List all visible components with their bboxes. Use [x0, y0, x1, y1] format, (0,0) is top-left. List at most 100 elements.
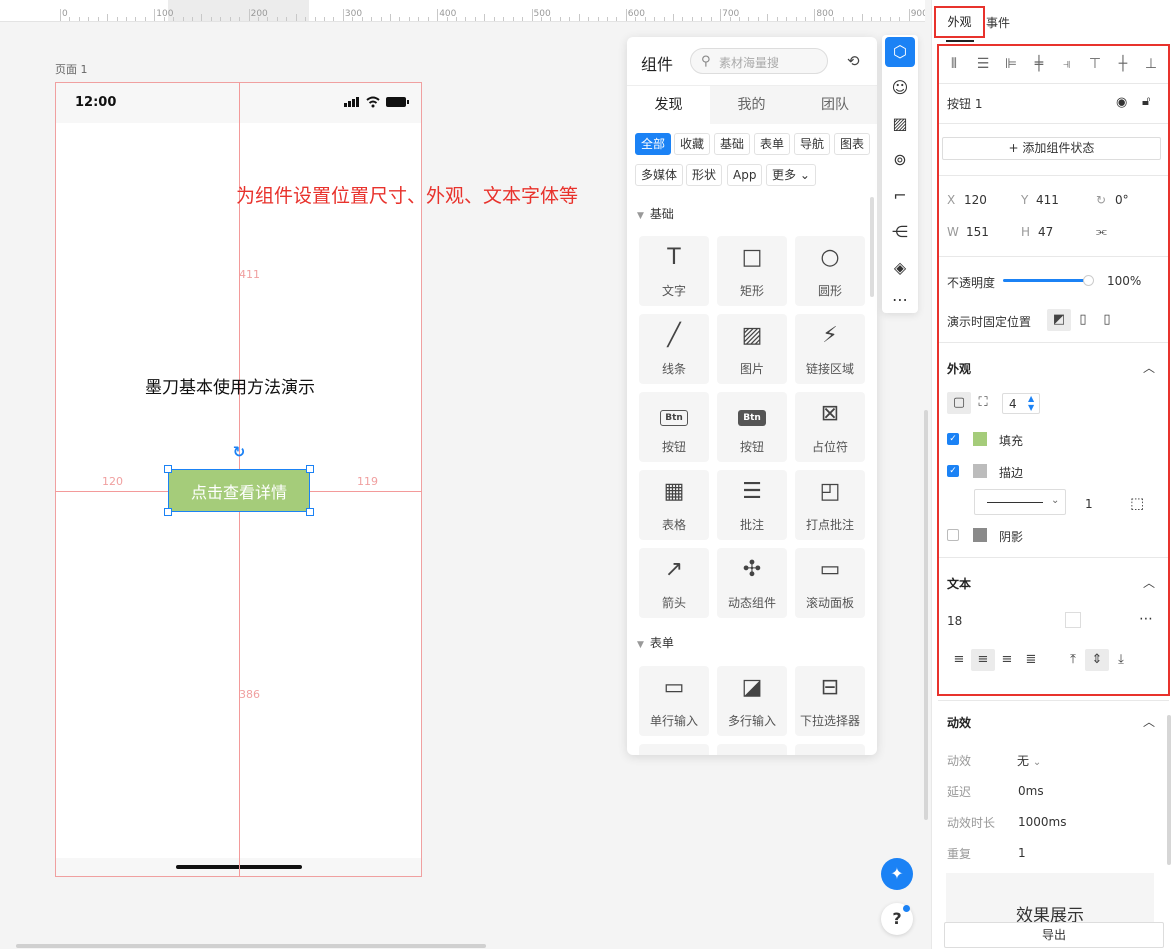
chip-chart[interactable]: 图表 [834, 133, 871, 155]
tile-placeholder[interactable]: ⊠ 占位符 [795, 392, 865, 462]
tile-dynamic[interactable]: ✣ 动态组件 [717, 548, 787, 618]
tile-multi-input[interactable]: ◪ 多行输入 [717, 666, 787, 736]
tile-button-filled[interactable]: Btn 按钮 [717, 392, 787, 462]
animation-section-title: 动效 [947, 716, 972, 730]
ruler-tick [748, 17, 750, 21]
chip-shapes[interactable]: 形状 [686, 164, 723, 186]
properties-panel: 外观 事件 ⦀ ☰ ⊫ ╪ ⫣ ⊤ ┼ ⊥ 按钮 1 ◉ 🔓︎ + 添加组件状态… [931, 0, 1173, 949]
tile-label: 图片 [739, 362, 764, 376]
resize-handle-br[interactable] [306, 508, 314, 516]
tile-label: 按钮 [661, 440, 686, 454]
ruler-tick [776, 17, 778, 21]
section-form-header[interactable]: ▼ 表单 [637, 634, 674, 651]
tab-discover[interactable]: 发现 [627, 86, 710, 124]
ruler-tick [503, 17, 505, 21]
ruler-tick [569, 17, 571, 21]
rectangle-icon: □ [741, 245, 763, 270]
component-tabs: 发现 我的 团队 [627, 85, 877, 124]
component-panel-scrollbar[interactable] [870, 197, 874, 297]
anim-effect-select[interactable]: 无 ⌄ [1017, 752, 1041, 769]
chip-nav[interactable]: 导航 [794, 133, 831, 155]
collapse-icon[interactable]: ︿ [1143, 713, 1155, 730]
delay-input[interactable]: 0ms [1018, 784, 1044, 798]
tile-link-area[interactable]: ⚡ 链接区域 [795, 314, 865, 384]
tile-note[interactable]: ☰ 批注 [717, 470, 787, 540]
gift-icon[interactable]: ✦ [881, 858, 913, 890]
help-icon[interactable]: ? [881, 903, 913, 935]
ruler-tick [899, 17, 901, 21]
layers-icon[interactable]: ◈ [885, 253, 915, 283]
search-icon: ⚲ [701, 54, 711, 69]
chip-basic[interactable]: 基础 [714, 133, 751, 155]
resize-handle-tr[interactable] [306, 465, 314, 473]
ruler-tick [295, 14, 297, 21]
ruler-tick [880, 17, 882, 21]
tile-circle[interactable]: ○ 圆形 [795, 236, 865, 306]
tile-rectangle[interactable]: □ 矩形 [717, 236, 787, 306]
component-panel: 组件 ⚲ 素材海量搜 ⟲ 发现 我的 团队 全部 收藏 基础 表单 导航 图表 … [627, 37, 877, 755]
chip-favorites[interactable]: 收藏 [674, 133, 711, 155]
tab-events[interactable]: 事件 [986, 14, 1010, 31]
component-search-input[interactable]: ⚲ 素材海量搜 [690, 48, 828, 74]
tab-mine[interactable]: 我的 [710, 86, 793, 124]
canvas-vertical-scrollbar[interactable] [924, 410, 928, 820]
tile-single-input[interactable]: ▭ 单行输入 [639, 666, 709, 736]
ruler-tick [305, 17, 307, 21]
chip-media[interactable]: 多媒体 [635, 164, 684, 186]
active-tab-underline [946, 40, 974, 42]
tool-icon-strip: ⬡ ☺ ▨ ⊚ ⌐ ⋲ ◈ ⋯ [882, 35, 918, 313]
pin-icon[interactable]: ⊚ [885, 145, 915, 175]
tile-line[interactable]: ╱ 线条 [639, 314, 709, 384]
ruler-tick [870, 17, 872, 21]
export-button[interactable]: 导出 [944, 922, 1164, 948]
annotation-text: 为组件设置位置尺寸、外观、文本字体等 [236, 185, 579, 207]
tab-team[interactable]: 团队 [793, 86, 877, 124]
duration-input[interactable]: 1000ms [1018, 815, 1066, 829]
repeat-input[interactable]: 1 [1018, 846, 1026, 860]
emoji-icon[interactable]: ☺ [885, 73, 915, 103]
tile-dropdown[interactable]: ⊟ 下拉选择器 [795, 666, 865, 736]
tile-label: 按钮 [739, 440, 764, 454]
ruler-tick [220, 17, 222, 21]
selected-button-component[interactable]: 点击查看详情 [168, 469, 310, 512]
resize-handle-bl[interactable] [164, 508, 172, 516]
demo-title-text[interactable]: 墨刀基本使用方法演示 [145, 373, 315, 398]
more-icon[interactable]: ⋯ [885, 285, 915, 315]
ruler-tick [814, 9, 816, 21]
properties-scrollbar[interactable] [1167, 715, 1171, 865]
tile-label: 表格 [661, 518, 686, 532]
tile-arrow[interactable]: ↗ 箭头 [639, 548, 709, 618]
ruler-tick [144, 17, 146, 21]
scroll-panel-icon: ▭ [819, 557, 841, 582]
canvas-horizontal-scrollbar[interactable] [16, 944, 486, 948]
tile-image[interactable]: ▨ 图片 [717, 314, 787, 384]
share-nodes-icon[interactable]: ⋲ [885, 217, 915, 247]
ruler-label: 400 [439, 9, 457, 19]
chip-more[interactable]: 更多 ⌄ [766, 164, 816, 186]
tile-scroll-panel[interactable]: ▭ 滚动面板 [795, 548, 865, 618]
component-library-icon[interactable]: ⬡ [885, 37, 915, 67]
history-icon[interactable]: ⟲ [847, 52, 860, 70]
signal-icon [344, 97, 359, 107]
ruler-tick [229, 17, 231, 21]
tile-label: 批注 [739, 518, 764, 532]
ruler-tick [97, 17, 99, 21]
tile-text[interactable]: T 文字 [639, 236, 709, 306]
page-label: 页面 1 [55, 63, 88, 76]
ruler-tick [60, 9, 61, 21]
tile-pin-note[interactable]: ◰ 打点批注 [795, 470, 865, 540]
tile-button-outline[interactable]: Btn 按钮 [639, 392, 709, 462]
chip-app[interactable]: App [727, 164, 763, 186]
resize-handle-tl[interactable] [164, 465, 172, 473]
tab-appearance[interactable]: 外观 [934, 6, 985, 38]
rotate-icon[interactable]: ↻ [231, 444, 247, 460]
chip-all[interactable]: 全部 [635, 133, 672, 155]
chip-form[interactable]: 表单 [754, 133, 791, 155]
image-library-icon[interactable]: ▨ [885, 109, 915, 139]
section-basic-header[interactable]: ▼ 基础 [637, 205, 674, 222]
path-icon[interactable]: ⌐ [885, 181, 915, 211]
tile-table[interactable]: ▦ 表格 [639, 470, 709, 540]
table-icon: ▦ [663, 479, 685, 504]
ruler-tick [408, 17, 410, 21]
ruler-tick [418, 17, 420, 21]
